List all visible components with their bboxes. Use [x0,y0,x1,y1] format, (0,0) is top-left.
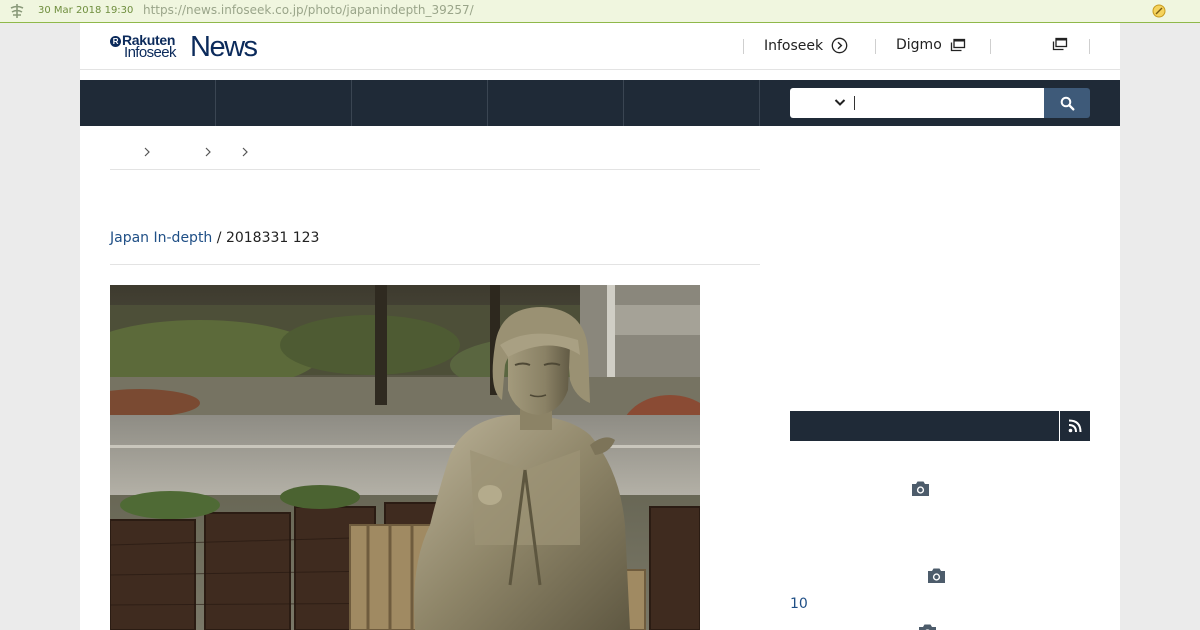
chevron-right-icon [144,147,150,157]
nav-item[interactable] [80,80,216,126]
header-divider [743,39,744,54]
rakuten-infoseek-news-logo[interactable]: R Rakuten Infoseek News [110,31,270,64]
archive-toolbar: 30 Mar 2018 19:30 https://news.infoseek.… [0,0,1200,23]
chevron-right-icon [242,147,248,157]
article-source-link[interactable]: Japan In-depth [110,230,212,246]
archive-date: 30 Mar 2018 19:30 [38,5,134,16]
arrow-circle-right-icon [831,37,848,54]
logo-infoseek: Infoseek [124,44,177,61]
search-category-select[interactable] [790,88,854,118]
logo-news: News [190,31,258,63]
new-window-icon [950,38,965,52]
breadcrumb-divider [110,169,760,170]
chevron-down-icon [834,99,846,106]
search-form [790,88,1090,118]
header-divider [875,39,876,54]
search-icon [1060,96,1074,110]
new-window-icon [1052,37,1068,51]
camera-icon [928,568,945,583]
rss-button[interactable] [1059,411,1090,441]
article-date: 2018331 123 [225,230,320,246]
camera-icon [912,481,929,496]
text-cursor [854,96,855,110]
article-byline: Japan In-depth / 2018331 123 [110,230,319,246]
digmo-link-label: Digmo [896,37,942,53]
main-nav [80,80,1120,126]
archive-logo-icon[interactable] [8,3,26,19]
search-button[interactable] [1044,88,1090,118]
infoseek-link-label: Infoseek [764,37,824,54]
nav-item[interactable] [352,80,488,126]
header-divider [1089,39,1090,54]
nav-item[interactable] [624,80,760,126]
site-header: R Rakuten Infoseek News Infoseek Digmo [80,23,1120,70]
page: R Rakuten Infoseek News Infoseek Digmo J… [80,23,1120,630]
sidebar-count-link[interactable]: 10 [790,596,808,612]
infoseek-link[interactable]: Infoseek [764,37,848,54]
byline-separator: / [212,230,226,246]
sidebar-section-header [790,411,1090,441]
search-input[interactable] [854,88,1044,118]
rss-icon [1068,419,1082,433]
help-icon[interactable] [1151,3,1167,19]
nav-item[interactable] [216,80,352,126]
header-divider [990,39,991,54]
digmo-link[interactable]: Digmo [896,37,966,53]
external-link[interactable] [1052,37,1068,51]
camera-icon [919,624,936,630]
article-photo [110,285,700,630]
chevron-right-icon [205,147,211,157]
byline-divider [110,264,760,265]
archive-url[interactable]: https://news.infoseek.co.jp/photo/japani… [143,3,474,17]
nav-item[interactable] [488,80,624,126]
statue-photo [110,285,700,630]
